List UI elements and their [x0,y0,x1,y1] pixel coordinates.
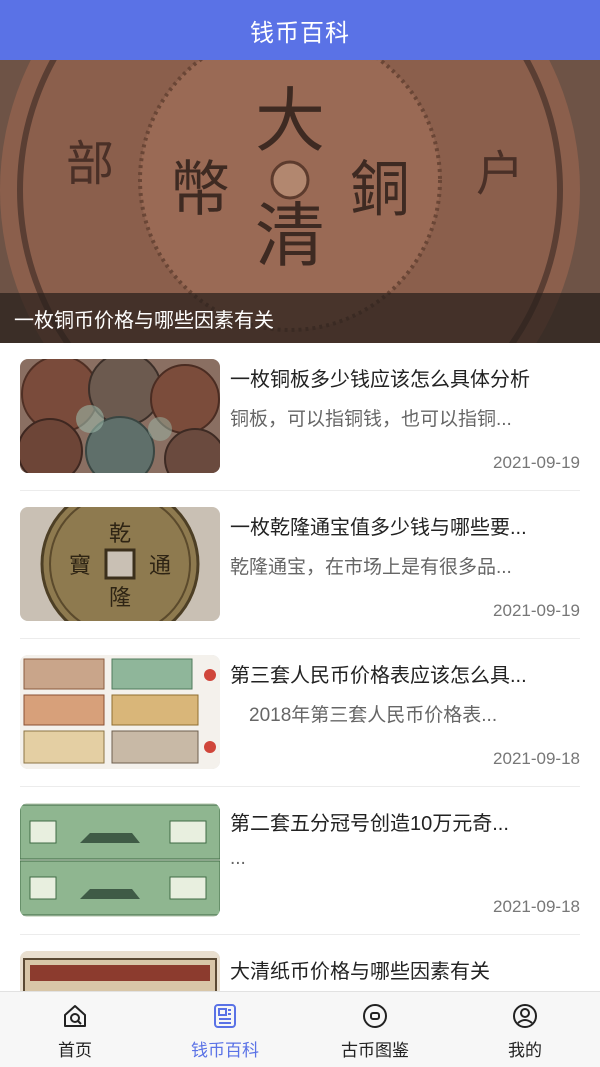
svg-text:銅: 銅 [350,155,410,225]
article-summary: 铜板，可以指铜钱，也可以指铜... [230,409,512,430]
svg-text:部: 部 [66,136,114,192]
article-list: 一枚铜板多少钱应该怎么具体分析 铜板，可以指铜钱，也可以指铜... 2021-0… [0,343,600,991]
article-title: 一枚乾隆通宝值多少钱与哪些要... [230,517,527,539]
tab-label: 我的 [508,1041,542,1060]
svg-text:幣: 幣 [170,155,230,225]
svg-text:户: 户 [476,146,524,202]
svg-text:通: 通 [149,554,171,579]
article-date: 2021-09-18 [493,897,580,916]
article-summary: 乾隆通宝，在市场上是有很多品... [230,557,512,578]
banner-caption: 一枚铜币价格与哪些因素有关 [0,293,600,343]
qing-banknote-image [20,951,220,991]
article-title: 第三套人民币价格表应该怎么具... [230,665,527,687]
article-title: 大清纸币价格与哪些因素有关 [230,961,490,983]
app-header: 钱币百科 [0,0,600,60]
article-date: 2021-09-19 [493,453,580,472]
tab-profile[interactable]: 我的 [450,992,600,1067]
tab-label: 首页 [58,1041,92,1060]
copper-coins-thumbnail [20,359,220,473]
article-item[interactable]: 一枚铜板多少钱应该怎么具体分析 铜板，可以指铜钱，也可以指铜... 2021-0… [20,343,580,491]
article-item[interactable]: 第二套五分冠号创造10万元奇... ... 2021-09-18 [20,787,580,935]
article-summary: ... [230,848,246,869]
article-item[interactable]: 乾 隆 寶 通 一枚乾隆通宝值多少钱与哪些要... 乾隆通宝，在市场上是有很多品… [20,491,580,639]
green-banknotes-thumbnail [20,803,220,917]
svg-text:隆: 隆 [109,586,131,611]
bottom-tab-bar: 首页 钱币百科 古币图鉴 我的 [0,991,600,1067]
green-banknotes-image [20,803,220,917]
qing-banknote-thumbnail [20,951,220,991]
qianlong-coin-image: 乾 隆 寶 通 [20,507,220,621]
article-summary: 2018年第三套人民币价格表... [230,705,498,726]
profile-icon [513,1004,537,1028]
copper-coins-image [20,359,220,473]
coin-catalog-icon [363,1004,387,1028]
banner[interactable]: 大 清 幣 銅 部 户 一枚铜币价格与哪些因素有关 [0,60,600,343]
svg-text:清: 清 [255,195,325,277]
tab-encyclopedia[interactable]: 钱币百科 [150,992,300,1067]
article-date: 2021-09-19 [493,601,580,620]
svg-text:寶: 寶 [69,554,91,579]
article-date: 2021-09-18 [493,749,580,768]
tab-label: 钱币百科 [191,1041,259,1060]
encyclopedia-icon [214,1004,236,1028]
tab-coin-catalog[interactable]: 古币图鉴 [300,992,450,1067]
qianlong-coin-thumbnail: 乾 隆 寶 通 [20,507,220,621]
article-item[interactable]: 大清纸币价格与哪些因素有关 [20,935,580,991]
banknotes-image [20,655,220,769]
svg-text:乾: 乾 [109,522,131,547]
article-title: 第二套五分冠号创造10万元奇... [230,813,509,835]
svg-text:大: 大 [255,80,325,162]
article-title: 一枚铜板多少钱应该怎么具体分析 [230,369,530,391]
tab-label: 古币图鉴 [341,1041,409,1060]
article-item[interactable]: 第三套人民币价格表应该怎么具... 2018年第三套人民币价格表... 2021… [20,639,580,787]
banknotes-thumbnail [20,655,220,769]
tab-home[interactable]: 首页 [0,992,150,1067]
home-icon [64,1005,86,1027]
page-title: 钱币百科 [250,19,350,47]
